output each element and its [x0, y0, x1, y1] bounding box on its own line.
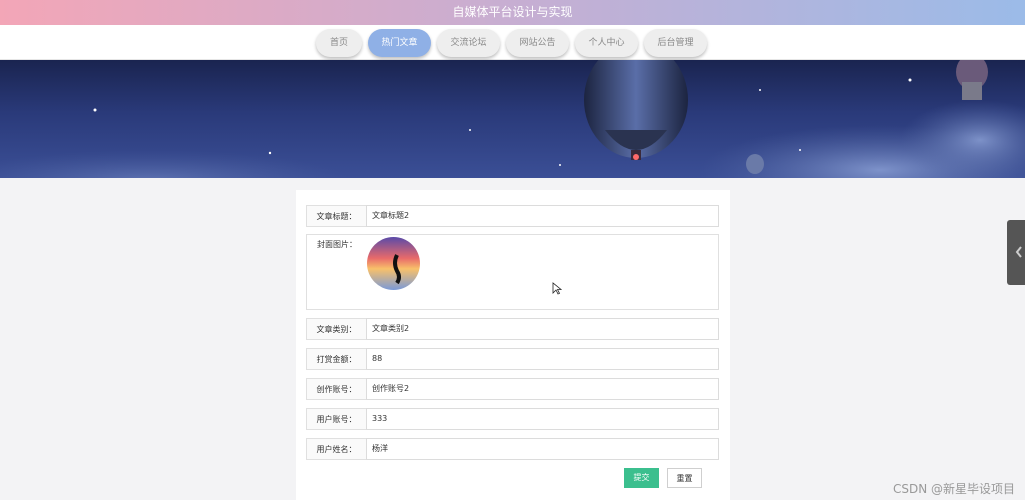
nav-tabs: 首页 热门文章 交流论坛 网站公告 个人中心 后台管理: [316, 29, 707, 57]
creator-label: 创作账号：: [306, 378, 366, 400]
side-drawer-toggle[interactable]: [1007, 220, 1025, 285]
creator-field[interactable]: 创作账号2: [366, 378, 719, 400]
user-account-field[interactable]: 333: [366, 408, 719, 430]
tab-personal-center[interactable]: 个人中心: [575, 29, 638, 57]
watermark: CSDN @新星毕设项目: [893, 482, 1016, 496]
category-row: 文章类别： 文章类别2: [306, 318, 719, 340]
reward-field[interactable]: 88: [366, 348, 719, 370]
tab-announcements[interactable]: 网站公告: [506, 29, 569, 57]
mouse-cursor-icon: [552, 282, 562, 295]
user-name-field[interactable]: 杨洋: [366, 438, 719, 460]
category-label: 文章类别：: [306, 318, 366, 340]
banner-illustration: [0, 60, 1025, 178]
creator-row: 创作账号： 创作账号2: [306, 378, 719, 400]
tab-admin[interactable]: 后台管理: [644, 29, 707, 57]
chevron-left-icon: [1015, 246, 1022, 258]
reset-button[interactable]: 重置: [667, 468, 702, 488]
user-account-row: 用户账号： 333: [306, 408, 719, 430]
user-name-row: 用户姓名： 杨洋: [306, 438, 719, 460]
hero-banner: [0, 60, 1025, 178]
category-field[interactable]: 文章类别2: [366, 318, 719, 340]
tab-forum[interactable]: 交流论坛: [437, 29, 500, 57]
tab-hot-articles[interactable]: 热门文章: [368, 29, 431, 57]
cover-image[interactable]: [367, 237, 420, 290]
tab-home[interactable]: 首页: [316, 29, 362, 57]
app-title-bar: 自媒体平台设计与实现: [0, 0, 1025, 25]
reward-label: 打赏金额：: [306, 348, 366, 370]
title-field[interactable]: 文章标题2: [366, 205, 719, 227]
reward-row: 打赏金额： 88: [306, 348, 719, 370]
cover-row: 封面图片：: [306, 234, 719, 310]
submit-button[interactable]: 提交: [624, 468, 659, 488]
cover-label: 封面图片：: [317, 240, 357, 249]
title-row: 文章标题： 文章标题2: [306, 205, 719, 227]
article-form: 文章标题： 文章标题2 封面图片： 文章类别： 文章类别2 打赏金额： 88 创…: [296, 190, 730, 500]
app-title: 自媒体平台设计与实现: [452, 5, 573, 19]
title-label: 文章标题：: [306, 205, 366, 227]
nav-bar: 首页 热门文章 交流论坛 网站公告 个人中心 后台管理: [0, 25, 1025, 60]
user-account-label: 用户账号：: [306, 408, 366, 430]
user-name-label: 用户姓名：: [306, 438, 366, 460]
